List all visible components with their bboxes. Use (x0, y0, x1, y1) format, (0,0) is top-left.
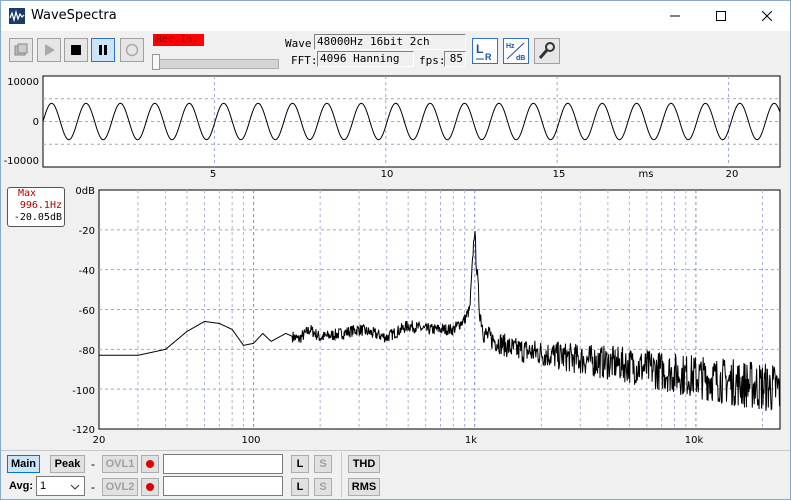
spec-x-tick-100: 100 (241, 435, 260, 446)
bottom-separator (341, 452, 342, 497)
avg-select[interactable]: 1 (36, 476, 85, 496)
app-icon (9, 8, 25, 24)
stop-button[interactable] (64, 38, 88, 62)
peak-level: -20.05dB (13, 212, 62, 223)
main-window: WaveSpectra Rec.In. Wave: 48000Hz 16bit … (0, 0, 791, 500)
position-slider-track[interactable] (153, 59, 279, 69)
spec-x-tick-20: 20 (93, 435, 106, 446)
wave-x-unit: ms (639, 169, 654, 180)
wave-x-tick-20: 20 (726, 169, 739, 180)
chevron-down-icon (70, 484, 80, 490)
ovl1-load-button[interactable]: L (291, 455, 309, 473)
ovl2-button[interactable]: OVL2 (102, 478, 138, 496)
wave-x-tick-10: 10 (381, 169, 394, 180)
minimize-button[interactable] (652, 1, 698, 31)
title-bar: WaveSpectra (1, 1, 790, 31)
spectrum-chart: 0dB -20 -40 -60 -80 -100 -120 20 100 1k … (72, 186, 781, 446)
fps-field: 85 (444, 51, 466, 67)
fft-settings-field: 4096 Hanning (317, 51, 414, 67)
ovl1-save-button[interactable]: S (314, 455, 332, 473)
wave-format-field: 48000Hz 16bit 2ch (314, 34, 466, 50)
wave-y-tick-0: 0 (33, 117, 39, 128)
pause-button[interactable] (91, 38, 115, 62)
position-slider-thumb[interactable] (152, 54, 160, 70)
ovl2-record-icon (146, 483, 154, 491)
channel-lr-button[interactable]: L R (472, 38, 498, 64)
ovl2-record-button[interactable] (141, 478, 159, 496)
peak-frequency: 996.1Hz (19, 200, 62, 211)
rec-status-indicator: Rec.In. (153, 34, 204, 46)
stop-icon (71, 45, 81, 55)
ovl1-name-input[interactable] (163, 454, 283, 474)
bottom-controls: Main Peak - OVL1 L S THD Avg: 1 - OVL2 L… (1, 450, 790, 499)
svg-text:Hz: Hz (506, 43, 515, 50)
svg-text:dB: dB (516, 55, 525, 62)
spec-y-tick-80: -80 (79, 346, 95, 357)
peak-readout-box: Max 996.1Hz -20.05dB (7, 187, 65, 227)
svg-text:L: L (476, 42, 483, 56)
channel-lr-icon: L R (476, 42, 492, 62)
window-title: WaveSpectra (31, 8, 117, 23)
pause-icon (99, 45, 107, 55)
ovl1-dash: - (91, 457, 95, 471)
avg-label: Avg: (9, 480, 34, 492)
spec-y-tick-20: -20 (79, 226, 95, 237)
wave-x-tick-5: 5 (210, 169, 216, 180)
ovl2-dash: - (91, 480, 95, 494)
minimize-icon (670, 15, 680, 17)
close-icon (762, 11, 772, 21)
svg-text:R: R (485, 52, 492, 62)
open-file-button[interactable] (9, 38, 33, 62)
spec-y-tick-60: -60 (79, 306, 95, 317)
maximize-icon (716, 11, 726, 21)
avg-select-value: 1 (40, 480, 47, 492)
spectrum-panel: 0dB -20 -40 -60 -80 -100 -120 20 100 1k … (1, 185, 790, 449)
waveform-panel: 10000 0 -10000 5 10 15 20 ms (1, 73, 790, 183)
ovl2-load-button[interactable]: L (291, 478, 309, 496)
wave-y-tick-minus10000: -10000 (4, 156, 39, 167)
waveform-chart: 10000 0 -10000 5 10 15 20 ms (4, 75, 781, 180)
ovl2-save-button[interactable]: S (314, 478, 332, 496)
peak-button[interactable]: Peak (50, 455, 85, 473)
main-button[interactable]: Main (7, 455, 40, 473)
play-button[interactable] (37, 38, 61, 62)
ovl1-record-icon (146, 460, 154, 468)
spec-y-tick-0: 0dB (75, 186, 95, 197)
wrench-icon (538, 42, 555, 59)
rms-button[interactable]: RMS (348, 478, 380, 496)
spec-x-tick-10k: 10k (685, 435, 704, 446)
open-file-icon (14, 43, 28, 56)
spec-x-tick-1k: 1k (465, 435, 477, 446)
toolbar: Rec.In. Wave: 48000Hz 16bit 2ch FFT: 409… (1, 32, 790, 72)
ovl1-button[interactable]: OVL1 (102, 455, 138, 473)
ovl2-name-input[interactable] (163, 476, 283, 496)
spec-y-tick-40: -40 (79, 266, 95, 277)
record-button[interactable] (120, 38, 144, 62)
ovl1-record-button[interactable] (141, 455, 159, 473)
record-icon (125, 43, 139, 57)
peak-title: Max (18, 188, 37, 199)
close-button[interactable] (744, 1, 790, 31)
fps-label: fps: (419, 54, 446, 67)
scale-hz-db-button[interactable]: Hz dB (503, 38, 529, 64)
wave-x-tick-15: 15 (553, 169, 566, 180)
wave-y-tick-10000: 10000 (7, 77, 39, 88)
spec-y-tick-100: -100 (72, 386, 95, 397)
spec-y-tick-120: -120 (72, 425, 95, 436)
scale-hz-db-icon: Hz dB (506, 42, 525, 62)
settings-button[interactable] (534, 38, 560, 64)
play-icon (45, 44, 55, 56)
fft-label: FFT: (291, 54, 318, 67)
thd-button[interactable]: THD (348, 455, 380, 473)
maximize-button[interactable] (698, 1, 744, 31)
bottom-divider (1, 450, 790, 451)
